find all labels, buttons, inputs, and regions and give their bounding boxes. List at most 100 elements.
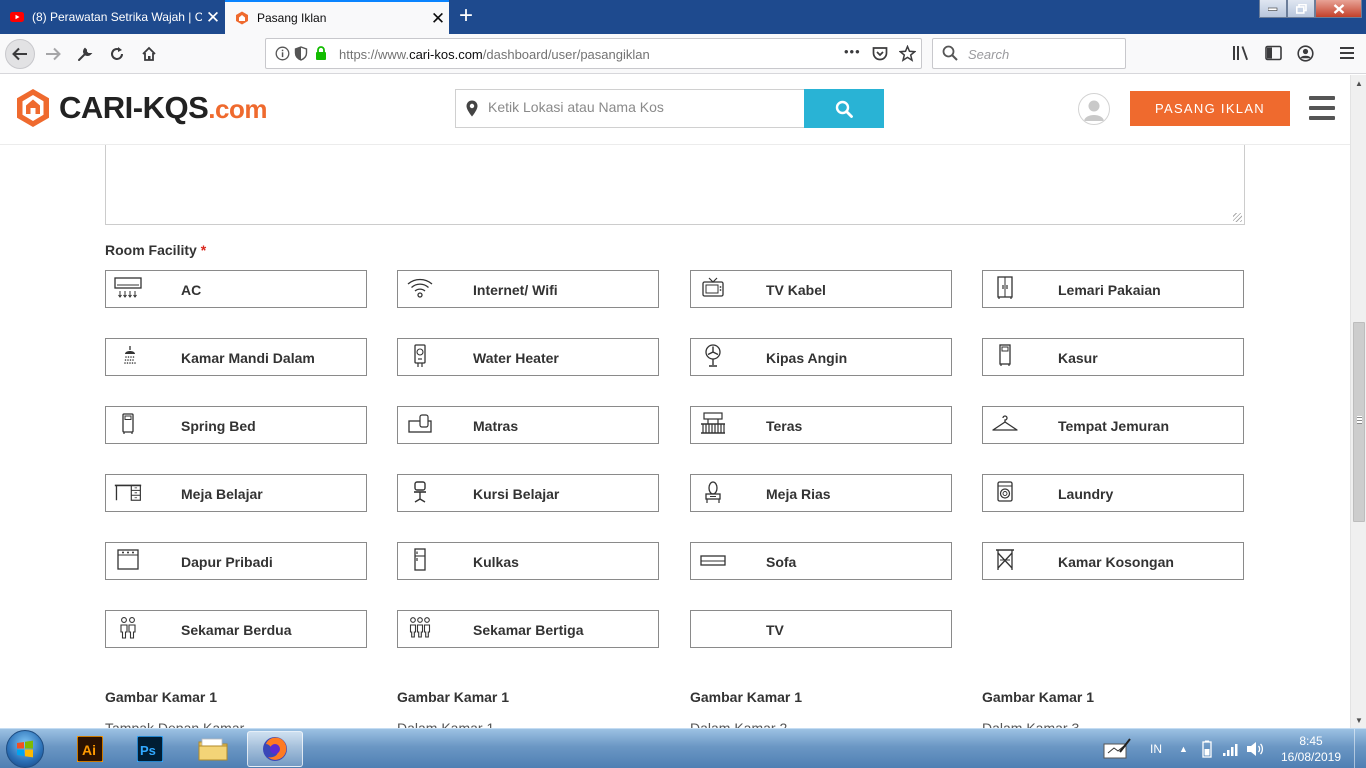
window-restore-button[interactable] bbox=[1287, 0, 1315, 18]
facility-option-kamar-kosongan[interactable]: Kamar Kosongan bbox=[982, 542, 1244, 580]
facility-option-laundry[interactable]: Laundry bbox=[982, 474, 1244, 512]
facility-option-sekamar-bertiga[interactable]: Sekamar Bertiga bbox=[397, 610, 659, 648]
facility-option-kasur[interactable]: Kasur bbox=[982, 338, 1244, 376]
library-icon[interactable] bbox=[1232, 45, 1250, 66]
system-clock[interactable]: 8:45 16/08/2019 bbox=[1278, 733, 1344, 765]
facility-option-sekamar-berdua[interactable]: Sekamar Berdua bbox=[105, 610, 367, 648]
close-tab-icon[interactable]: ✕ bbox=[427, 10, 449, 27]
facility-option-kipas-angin[interactable]: Kipas Angin bbox=[690, 338, 952, 376]
facility-option-water-heater[interactable]: Water Heater bbox=[397, 338, 659, 376]
facility-option-teras[interactable]: Teras bbox=[690, 406, 952, 444]
clock-time: 8:45 bbox=[1299, 734, 1323, 748]
menu-bar-line bbox=[1309, 96, 1335, 100]
wrench-icon[interactable] bbox=[70, 39, 100, 69]
url-domain: cari-kos.com bbox=[409, 47, 483, 62]
facility-label: TV bbox=[766, 622, 784, 638]
facility-option-tv[interactable]: TV bbox=[690, 610, 952, 648]
show-hidden-icons-chevron-icon[interactable]: ▲ bbox=[1179, 729, 1188, 768]
description-textarea[interactable] bbox=[105, 145, 1245, 225]
account-icon[interactable] bbox=[1297, 45, 1314, 67]
shower-icon bbox=[114, 344, 142, 368]
facility-label: Spring Bed bbox=[181, 418, 256, 434]
bookmark-star-icon[interactable] bbox=[898, 44, 917, 67]
page-scrollbar[interactable]: ▲ ▼ bbox=[1350, 75, 1366, 728]
facility-option-spring-bed[interactable]: Spring Bed bbox=[105, 406, 367, 444]
facility-option-kursi-belajar[interactable]: Kursi Belajar bbox=[397, 474, 659, 512]
window-minimize-button[interactable] bbox=[1259, 0, 1287, 18]
battery-icon[interactable] bbox=[1201, 729, 1213, 768]
facility-option-tempat-jemuran[interactable]: Tempat Jemuran bbox=[982, 406, 1244, 444]
facility-option-sofa[interactable]: Sofa bbox=[690, 542, 952, 580]
location-search-field[interactable] bbox=[455, 89, 804, 128]
site-menu-icon[interactable] bbox=[1309, 96, 1335, 120]
tab-title: (8) Perawatan Setrika Wajah | C bbox=[32, 10, 202, 24]
search-icon bbox=[835, 100, 853, 118]
facility-option-kamar-mandi-dalam[interactable]: Kamar Mandi Dalam bbox=[105, 338, 367, 376]
svg-text:Ai: Ai bbox=[82, 742, 96, 758]
home-icon[interactable] bbox=[134, 39, 164, 69]
scroll-down-arrow-icon[interactable]: ▼ bbox=[1351, 712, 1366, 728]
info-icon[interactable] bbox=[275, 46, 290, 66]
location-search-input[interactable] bbox=[488, 99, 788, 115]
tracking-shield-icon[interactable] bbox=[294, 46, 308, 66]
browser-menu-icon[interactable] bbox=[1340, 46, 1354, 65]
reload-icon[interactable] bbox=[102, 39, 132, 69]
volume-speaker-icon[interactable] bbox=[1246, 729, 1264, 768]
scroll-up-arrow-icon[interactable]: ▲ bbox=[1351, 75, 1366, 91]
spring-bed-icon bbox=[114, 412, 142, 436]
pocket-icon[interactable] bbox=[872, 46, 888, 66]
facility-label: TV Kabel bbox=[766, 282, 826, 298]
post-ad-button[interactable]: PASANG IKLAN bbox=[1130, 91, 1290, 126]
start-button[interactable] bbox=[6, 730, 44, 768]
url-bar[interactable]: https://www.cari-kos.com/dashboard/user/… bbox=[265, 38, 922, 69]
show-desktop-button[interactable] bbox=[1354, 729, 1366, 768]
file-explorer-icon[interactable] bbox=[185, 731, 241, 767]
facility-option-matras[interactable]: Matras bbox=[397, 406, 659, 444]
firefox-icon[interactable] bbox=[247, 731, 303, 767]
facility-option-meja-belajar[interactable]: Meja Belajar bbox=[105, 474, 367, 512]
fridge-icon bbox=[406, 548, 434, 572]
facility-label: Tempat Jemuran bbox=[1058, 418, 1169, 434]
three-people-icon bbox=[406, 616, 434, 640]
close-tab-icon[interactable]: ✕ bbox=[202, 9, 224, 26]
sidebar-toggle-icon[interactable] bbox=[1265, 45, 1282, 66]
page-actions-menu-icon[interactable]: ••• bbox=[844, 44, 861, 59]
input-language-indicator[interactable]: IN bbox=[1150, 729, 1162, 768]
facility-label: Kamar Mandi Dalam bbox=[181, 350, 315, 366]
new-tab-plus-icon[interactable]: + bbox=[454, 3, 478, 29]
site-logo[interactable]: CARI-KQS.com bbox=[15, 88, 267, 128]
hanger-icon bbox=[991, 412, 1019, 436]
facility-option-lemari-pakaian[interactable]: Lemari Pakaian bbox=[982, 270, 1244, 308]
back-arrow-icon[interactable] bbox=[5, 39, 35, 69]
browser-tab-youtube[interactable]: (8) Perawatan Setrika Wajah | C ✕ bbox=[0, 0, 224, 34]
room-facility-label: Room Facility * bbox=[105, 242, 206, 258]
facility-option-dapur-pribadi[interactable]: Dapur Pribadi bbox=[105, 542, 367, 580]
tv-cable-icon bbox=[699, 276, 727, 300]
facility-option-ac[interactable]: AC bbox=[105, 270, 367, 308]
window-close-button[interactable] bbox=[1315, 0, 1362, 18]
user-avatar[interactable] bbox=[1078, 93, 1110, 125]
photoshop-icon[interactable]: Ps bbox=[122, 731, 178, 767]
location-search-button[interactable] bbox=[804, 89, 884, 128]
user-icon bbox=[1084, 100, 1104, 121]
browser-tab-pasang-iklan[interactable]: Pasang Iklan ✕ bbox=[225, 0, 449, 34]
network-signal-icon[interactable] bbox=[1222, 729, 1240, 768]
action-center-icon[interactable] bbox=[1102, 729, 1132, 768]
facility-option-wifi[interactable]: Internet/ Wifi bbox=[397, 270, 659, 308]
facility-option-kulkas[interactable]: Kulkas bbox=[397, 542, 659, 580]
url-text[interactable]: https://www.cari-kos.com/dashboard/user/… bbox=[339, 47, 650, 62]
forward-arrow-icon[interactable] bbox=[38, 39, 68, 69]
scrollbar-thumb[interactable] bbox=[1353, 322, 1365, 522]
facility-option-tv-kabel[interactable]: TV Kabel bbox=[690, 270, 952, 308]
secure-lock-icon[interactable] bbox=[315, 46, 327, 66]
illustrator-icon[interactable]: Ai bbox=[62, 731, 118, 767]
url-prefix: https://www. bbox=[339, 47, 410, 62]
facility-label: Sekamar Bertiga bbox=[473, 622, 584, 638]
logo-suffix-text: .com bbox=[208, 94, 267, 124]
resize-handle-icon[interactable] bbox=[1233, 213, 1242, 222]
windows-logo-icon bbox=[17, 740, 33, 758]
facility-option-meja-rias[interactable]: Meja Rias bbox=[690, 474, 952, 512]
facility-label: Matras bbox=[473, 418, 519, 434]
facility-label: Kasur bbox=[1058, 350, 1098, 366]
browser-search-bar[interactable]: Search bbox=[932, 38, 1126, 69]
